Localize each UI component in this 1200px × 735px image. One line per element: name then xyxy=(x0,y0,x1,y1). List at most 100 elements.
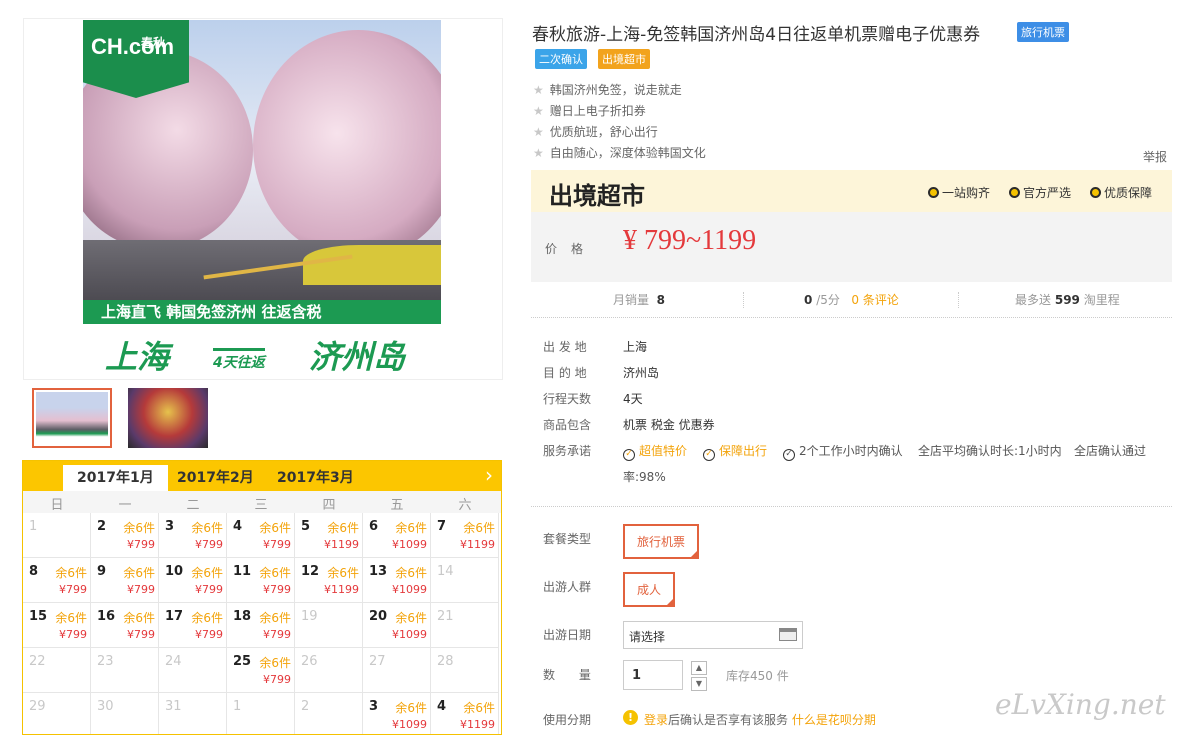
day-price: ¥1199 xyxy=(460,718,495,731)
star-icon: ★ xyxy=(533,125,544,139)
package-option[interactable]: 旅行机票 xyxy=(623,524,700,559)
guarantee-item: 优质保障 xyxy=(1090,184,1152,201)
calendar-day[interactable]: 4 余6件 ¥1199 xyxy=(431,693,499,734)
days-value: 4天 xyxy=(623,392,643,406)
calendar-day[interactable]: 5 余6件 ¥1199 xyxy=(295,513,363,558)
calendar-tab-jan[interactable]: 2017年1月 xyxy=(63,465,168,491)
calendar-day: 30 xyxy=(91,693,159,734)
day-stock: 余6件 xyxy=(191,521,223,535)
calendar-weekdays: 日 一 二 三 四 五 六 xyxy=(23,491,501,513)
calendar-day: 22 xyxy=(23,648,91,693)
installment-label: 使用分期 xyxy=(543,713,592,727)
day-price: ¥799 xyxy=(59,628,87,641)
day-price: ¥799 xyxy=(127,538,155,551)
day-price: ¥799 xyxy=(263,583,291,596)
promise-rate: 全店确认通过 xyxy=(1074,444,1147,458)
calendar-day[interactable]: 11 余6件 ¥799 xyxy=(227,558,295,603)
promise-avg: 全店平均确认时长:1小时内 xyxy=(918,444,1062,458)
day-stock: 余6件 xyxy=(327,566,359,580)
star-icon: ★ xyxy=(533,146,544,160)
day-number: 6 xyxy=(369,519,379,534)
promise-item[interactable]: ✓ 保障出行 xyxy=(703,442,767,461)
calendar-next-icon[interactable]: › xyxy=(485,463,493,487)
calendar-day[interactable]: 15 余6件 ¥799 xyxy=(23,603,91,648)
brand-logo: CH.com 春秋 xyxy=(83,20,189,98)
divider xyxy=(531,506,1172,507)
calendar-day[interactable]: 8 余6件 ¥799 xyxy=(23,558,91,603)
star-icon: ★ xyxy=(533,83,544,97)
star-icon: ★ xyxy=(533,104,544,118)
calendar-day[interactable]: 2 余6件 ¥799 xyxy=(91,513,159,558)
calendar-day: 28 xyxy=(431,648,499,693)
day-number: 30 xyxy=(97,699,114,714)
banner-route: 上海 4天往返 济州岛 xyxy=(83,324,441,378)
day-stock: 余6件 xyxy=(191,566,223,580)
calendar-day[interactable]: 17 余6件 ¥799 xyxy=(159,603,227,648)
calendar-day[interactable]: 20 余6件 ¥1099 xyxy=(363,603,431,648)
day-stock: 余6件 xyxy=(395,611,427,625)
date-input[interactable]: 请选择 xyxy=(623,621,803,649)
calendar-day[interactable]: 16 余6件 ¥799 xyxy=(91,603,159,648)
calendar-day[interactable]: 18 余6件 ¥799 xyxy=(227,603,295,648)
day-number: 20 xyxy=(369,609,388,624)
day-number: 2 xyxy=(97,519,107,534)
package-label: 套餐类型 xyxy=(543,532,592,546)
calendar-day: 14 xyxy=(431,558,499,603)
qty-up-icon[interactable]: ▲ xyxy=(691,661,707,675)
day-number: 5 xyxy=(301,519,311,534)
calendar-day[interactable]: 9 余6件 ¥799 xyxy=(91,558,159,603)
day-number: 3 xyxy=(165,519,175,534)
price-box: 出境超市 一站购齐 官方严选 优质保障 价格 ¥ 799~1199 xyxy=(531,170,1172,282)
crowd-option[interactable]: 成人 xyxy=(623,572,676,607)
calendar-day[interactable]: 4 余6件 ¥799 xyxy=(227,513,295,558)
calendar-icon[interactable] xyxy=(779,628,797,641)
calendar-day[interactable]: 7 余6件 ¥1199 xyxy=(431,513,499,558)
day-stock: 余6件 xyxy=(123,611,155,625)
thumbnail-2[interactable] xyxy=(128,388,208,448)
day-number: 15 xyxy=(29,609,48,624)
day-number: 4 xyxy=(437,699,447,714)
calendar-day: 27 xyxy=(363,648,431,693)
calendar-tab-feb[interactable]: 2017年2月 xyxy=(163,465,268,491)
installment-info: 登录后确认是否享有该服务 什么是花呗分期 xyxy=(644,713,876,727)
product-photo: CH.com 春秋 上海直飞 韩国免签济州 往返含税 上海 4天往返 济州岛 xyxy=(83,20,441,378)
day-number: 23 xyxy=(97,654,114,669)
calendar-day: 19 xyxy=(295,603,363,648)
rating[interactable]: 0 /5分 0 条评论 xyxy=(804,291,899,308)
calendar-day[interactable]: 3 余6件 ¥1099 xyxy=(363,693,431,734)
stock-info: 库存450 件 xyxy=(726,669,789,683)
quantity-input[interactable]: 1 xyxy=(623,660,683,690)
feature-item: ★ 优质航班，舒心出行 xyxy=(533,125,658,139)
warning-icon: ! xyxy=(623,710,638,725)
promise-item[interactable]: ✓ 超值特价 xyxy=(623,442,687,461)
day-price: ¥799 xyxy=(127,628,155,641)
day-number: 11 xyxy=(233,564,252,579)
report-link[interactable]: 举报 xyxy=(1143,148,1167,165)
calendar-day[interactable]: 6 余6件 ¥1099 xyxy=(363,513,431,558)
weekday: 六 xyxy=(458,498,472,513)
depart-value: 上海 xyxy=(623,340,648,354)
installment-help-link[interactable]: 什么是花呗分期 xyxy=(792,713,876,727)
day-price: ¥799 xyxy=(127,583,155,596)
price-range: ¥ 799~1199 xyxy=(623,225,757,256)
login-link[interactable]: 登录 xyxy=(644,713,668,727)
day-number: 8 xyxy=(29,564,39,579)
check-circle-icon: ✓ xyxy=(783,449,795,461)
day-number: 19 xyxy=(301,609,318,624)
day-stock: 余6件 xyxy=(395,566,427,580)
calendar-day[interactable]: 10 余6件 ¥799 xyxy=(159,558,227,603)
main-product-image: CH.com 春秋 上海直飞 韩国免签济州 往返含税 上海 4天往返 济州岛 xyxy=(23,18,503,380)
calendar-day[interactable]: 13 余6件 ¥1099 xyxy=(363,558,431,603)
calendar-day[interactable]: 3 余6件 ¥799 xyxy=(159,513,227,558)
thumbnail-1[interactable] xyxy=(32,388,112,448)
calendar-day[interactable]: 25 余6件 ¥799 xyxy=(227,648,295,693)
calendar-tab-mar[interactable]: 2017年3月 xyxy=(263,465,368,491)
calendar-day[interactable]: 12 余6件 ¥1199 xyxy=(295,558,363,603)
includes-label: 商品包含 xyxy=(543,418,592,432)
weekday: 二 xyxy=(186,498,200,513)
weekday: 三 xyxy=(254,498,268,513)
day-stock: 余6件 xyxy=(463,521,495,535)
date-calendar: 2017年1月 2017年2月 2017年3月 › 日 一 二 三 四 五 六 … xyxy=(22,460,502,735)
day-price: ¥1199 xyxy=(324,538,359,551)
qty-down-icon[interactable]: ▼ xyxy=(691,677,707,691)
